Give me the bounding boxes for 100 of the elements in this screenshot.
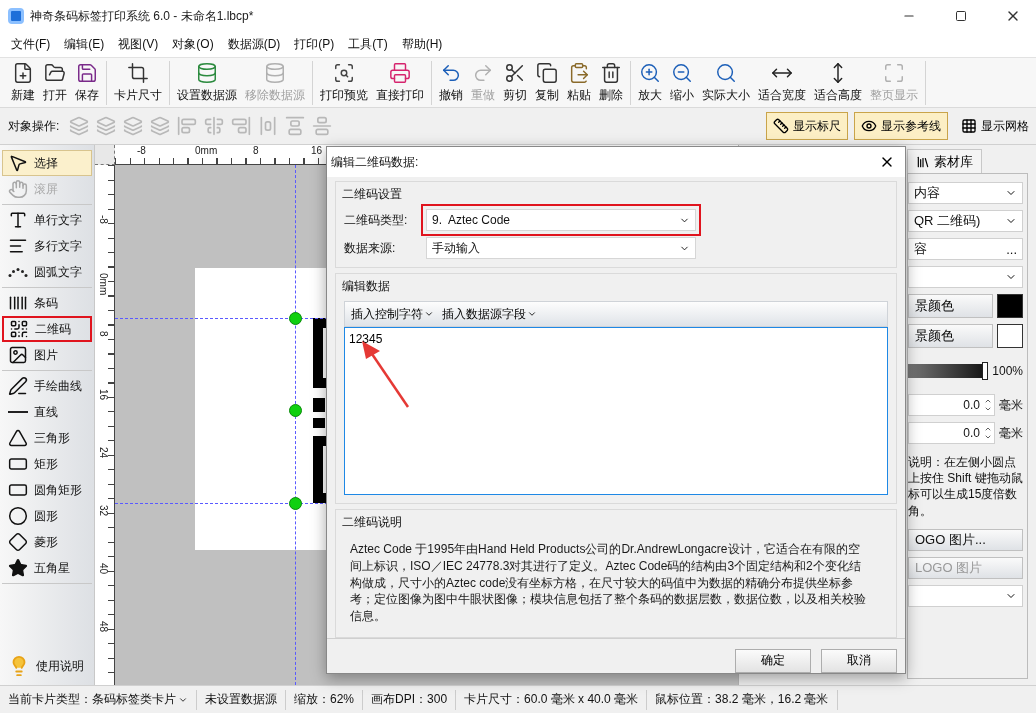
multiline-text-icon [8, 236, 28, 256]
fit-page-icon [883, 61, 905, 84]
tool-item[interactable]: 圆形 [2, 503, 92, 529]
number-field[interactable]: 0.0 [908, 422, 995, 444]
toolbar-button[interactable]: 撤销 [435, 59, 467, 106]
tool-item[interactable]: 条码 [2, 290, 92, 316]
data-input-field[interactable]: 12345 [344, 327, 888, 495]
menu-item[interactable]: 文件(F) [4, 36, 58, 53]
slider-thumb[interactable] [982, 362, 989, 380]
tool-item[interactable]: 单行文字 [2, 207, 92, 233]
toolbar-button[interactable]: 打开 [39, 59, 71, 106]
toolbar-button[interactable]: 适合高度 [810, 59, 866, 106]
status-dropdown[interactable]: 当前卡片类型：条码标签类卡片 [0, 689, 197, 710]
up-icon[interactable] [984, 425, 992, 433]
dropdown[interactable]: 内容 [908, 182, 1023, 204]
library-icon [916, 154, 930, 169]
maximize-icon [955, 10, 967, 22]
menu-item[interactable]: 打印(P) [287, 36, 342, 53]
status-text: 未设置数据源 [197, 689, 286, 710]
down-icon[interactable] [984, 433, 992, 441]
opacity-slider[interactable] [908, 364, 989, 378]
color-swatch[interactable] [997, 324, 1023, 348]
up-icon[interactable] [984, 397, 992, 405]
field-label: 二维码类型: [344, 211, 409, 229]
toolbar-button[interactable]: 卡片尺寸 [110, 59, 166, 106]
menu-item[interactable]: 编辑(E) [57, 36, 112, 53]
tool-item[interactable]: 二维码 [2, 316, 92, 342]
menu-item[interactable]: 对象(O) [165, 36, 221, 53]
toolbar-button[interactable]: 剪切 [499, 59, 531, 106]
caret-icon [527, 309, 537, 319]
toggle-button[interactable]: 显示参考线 [854, 112, 948, 140]
caret-icon [424, 309, 434, 319]
description-text: Aztec Code 于1995年由Hand Held Products公司的Dr.AndrewLongacre设计，它适合在有限的空间上标识，ISO／IEC 24778.3对其进行了定义。Aztec Code码的结构由3个固定结构和2个变化结构做成，尺寸小的Aztec code没有坐标方格，在尺寸较大的码值中为数据的精确分布提供坐标参考；定位图像为图中牛眼状图像；模块信息包括了整个条码的数据层数，数据位数，以及相关校验信息。 [349, 541, 867, 626]
toolbar-button[interactable]: 复制 [531, 59, 563, 106]
toolbar-button[interactable]: 放大 [634, 59, 666, 106]
tool-item[interactable]: 手绘曲线 [2, 373, 92, 399]
slider-value: 100% [992, 364, 1023, 378]
tool-item[interactable]: 矩形 [2, 451, 92, 477]
ruler-label: 24 [98, 447, 109, 459]
content-field[interactable]: 容 ... [908, 238, 1023, 260]
status-text: 缩放：62% [286, 689, 364, 710]
dots-icon [8, 267, 28, 277]
dropdown[interactable]: QR 二维码) [908, 210, 1023, 232]
pointer-icon [8, 153, 28, 173]
tool-item[interactable]: 选择 [2, 150, 92, 176]
toolbar-button[interactable]: 删除 [595, 59, 627, 106]
tool-item[interactable]: 圆弧文字 [2, 259, 92, 285]
menu-item[interactable]: 视图(V) [111, 36, 166, 53]
help-button[interactable]: 使用说明 [2, 650, 92, 682]
dropdown[interactable] [908, 584, 1023, 607]
toolbar-button[interactable]: 实际大小 [698, 59, 754, 106]
tool-item[interactable]: 三角形 [2, 425, 92, 451]
trash-icon [600, 61, 622, 84]
number-field[interactable]: 0.0 [908, 394, 995, 416]
color-button[interactable]: 景颜色 [908, 294, 993, 318]
window-title: 神奇条码标签打印系统 6.0 - 未命名1.lbcp* [30, 7, 255, 25]
toolbar-button[interactable]: 粘贴 [563, 59, 595, 106]
menu-item[interactable]: 帮助(H) [394, 36, 450, 53]
triangle-icon [8, 428, 28, 448]
status-text: 画布DPI：300 [363, 689, 457, 710]
toolbar-button[interactable]: 缩小 [666, 59, 698, 106]
toggle-button[interactable]: 显示标尺 [766, 112, 848, 140]
dialog-button[interactable]: 确定 [735, 649, 811, 673]
menu-item[interactable]: 数据源(D) [220, 36, 288, 53]
dropdown[interactable]: 手动输入 [426, 237, 696, 259]
dialog-button[interactable]: 取消 [821, 649, 897, 673]
toggle-button[interactable]: 显示网格 [954, 112, 1036, 140]
toolbar-button[interactable]: 直接打印 [372, 59, 428, 106]
menu-item[interactable]: 工具(T) [341, 36, 395, 53]
group-label: 编辑数据 [342, 278, 391, 295]
grid-icon [961, 118, 977, 134]
panel-tab[interactable]: 素材库 [907, 149, 982, 173]
ruler-label: 48 [98, 621, 109, 633]
color-swatch[interactable] [997, 294, 1023, 318]
field-label: 数据来源: [344, 239, 397, 257]
dropdown[interactable] [908, 266, 1023, 288]
folder-icon [44, 61, 66, 84]
star-icon [8, 558, 28, 578]
color-button[interactable]: 景颜色 [908, 324, 993, 348]
tool-item[interactable]: 圆角矩形 [2, 477, 92, 503]
tool-item[interactable]: 图片 [2, 342, 92, 368]
menu-button[interactable]: 插入控制字符 [351, 305, 434, 323]
toolbar-button[interactable]: 设置数据源 [173, 59, 241, 106]
toolbar-button[interactable]: 适合宽度 [754, 59, 810, 106]
toolbar-button[interactable]: 打印预览 [316, 59, 372, 106]
tool-item[interactable]: 菱形 [2, 529, 92, 555]
toolbar-button[interactable]: 保存 [71, 59, 103, 106]
tool-item[interactable]: 五角星 [2, 555, 92, 581]
down-icon[interactable] [984, 405, 992, 413]
database-icon [264, 61, 286, 84]
dropdown[interactable]: 9. Aztec Code [426, 209, 696, 231]
hint-text: 说明：在左侧小圆点上按住 Shift 键拖动鼠标可以生成15度倍数角。 [908, 454, 1023, 519]
status-text: 卡片尺寸：60.0 毫米 x 40.0 毫米 [456, 689, 648, 710]
print-preview-icon [333, 61, 355, 84]
toolbar-button[interactable]: 新建 [7, 59, 39, 106]
tool-item[interactable]: 直线 [2, 399, 92, 425]
logo-button[interactable]: OGO 图片... [908, 528, 1023, 551]
menu-button[interactable]: 插入数据源字段 [442, 305, 537, 323]
tool-item[interactable]: 多行文字 [2, 233, 92, 259]
line-icon [8, 411, 28, 413]
